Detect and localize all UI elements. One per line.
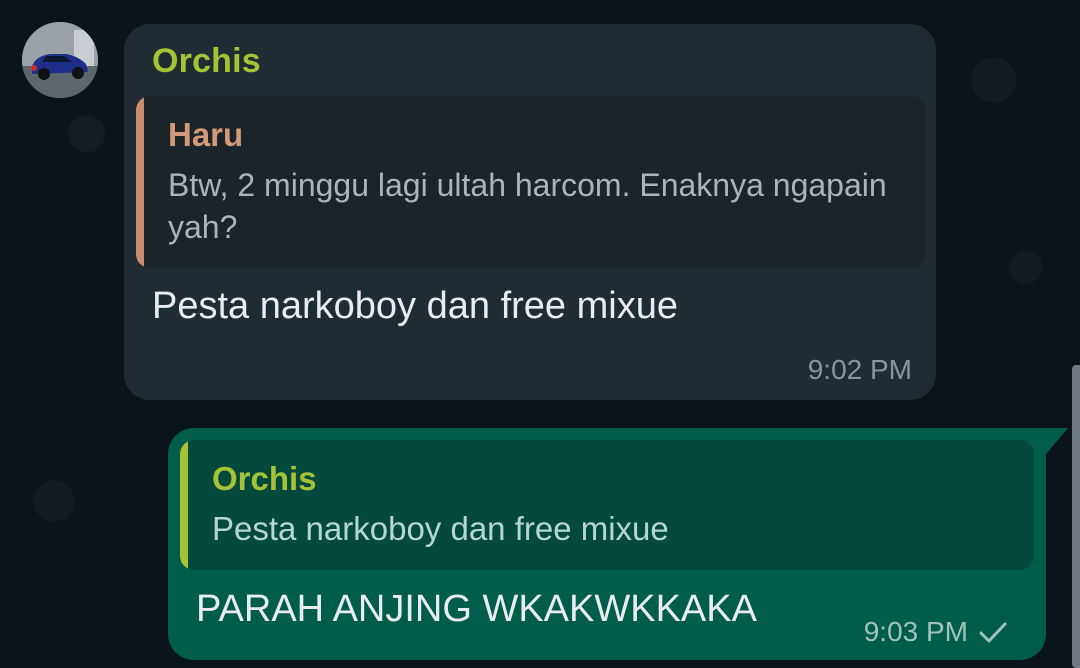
- single-check-icon: [978, 620, 1008, 644]
- quoted-sender-name: Haru: [168, 116, 244, 153]
- quote-accent-bar: [136, 96, 144, 268]
- scrollbar[interactable]: [1072, 365, 1080, 668]
- sender-name[interactable]: Orchis: [152, 42, 261, 81]
- quoted-message-text: Pesta narkoboy dan free mixue: [212, 510, 669, 547]
- message-text: Pesta narkoboy dan free mixue: [152, 285, 678, 327]
- message-text: PARAH ANJING WKAKWKKAKA: [196, 588, 757, 630]
- quoted-message[interactable]: Orchis Pesta narkoboy dan free mixue: [180, 440, 1034, 570]
- quoted-message[interactable]: Haru Btw, 2 minggu lagi ultah harcom. En…: [136, 96, 926, 268]
- quote-accent-bar: [180, 440, 188, 570]
- quoted-message-text: Btw, 2 minggu lagi ultah harcom. Enaknya…: [168, 167, 887, 245]
- avatar[interactable]: [22, 22, 98, 98]
- message-timestamp: 9:02 PM: [807, 354, 912, 385]
- bubble-tail: [1046, 428, 1068, 454]
- message-meta: 9:03 PM: [864, 616, 1008, 648]
- outgoing-message-bubble[interactable]: Orchis Pesta narkoboy dan free mixue PAR…: [168, 428, 1068, 660]
- incoming-message-bubble[interactable]: Orchis Haru Btw, 2 minggu lagi ultah har…: [124, 24, 936, 400]
- quoted-sender-name: Orchis: [212, 460, 317, 497]
- message-timestamp: 9:03 PM: [863, 616, 968, 647]
- car-photo-icon: [22, 22, 98, 98]
